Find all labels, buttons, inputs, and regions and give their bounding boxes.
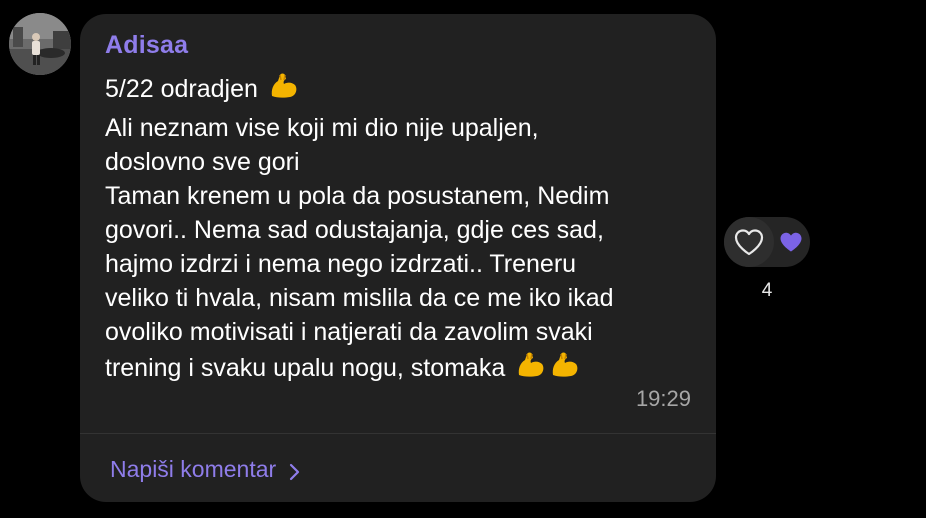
flexed-biceps-icon <box>514 349 546 390</box>
flexed-biceps-icon <box>548 349 580 390</box>
message-bubble: Adisaa 5/22 odradjen Ali neznam vise koj… <box>80 14 716 502</box>
message-line: Taman krenem u pola da posustanem, Nedim <box>105 182 610 210</box>
chat-page: Adisaa 5/22 odradjen Ali neznam vise koj… <box>0 0 926 518</box>
divider <box>80 433 716 434</box>
message-line: govori.. Nema sad odustajanja, gdje ces … <box>105 216 604 244</box>
message-line: doslovno sve gori <box>105 148 300 176</box>
flexed-biceps-icon <box>267 70 299 111</box>
author-name[interactable]: Adisaa <box>105 31 188 60</box>
message-line: Ali neznam vise koji mi dio nije upaljen… <box>105 114 539 142</box>
message-line: ovoliko motivisati i natjerati da zavoli… <box>105 318 593 346</box>
reactions-bar <box>724 217 810 267</box>
message-line-text: 5/22 odradjen <box>105 75 258 103</box>
message-line: veliko ti hvala, nisam mislila da ce me … <box>105 284 614 312</box>
write-comment-button[interactable]: Napiši komentar <box>110 452 302 486</box>
message-line: 5/22 odradjen <box>105 70 705 111</box>
message-line: trening i svaku upalu nogu, stomaka <box>105 349 705 390</box>
avatar-photo <box>9 13 71 75</box>
avatar[interactable] <box>9 13 71 75</box>
message-time: 19:29 <box>635 386 691 411</box>
heart-outline-icon <box>734 229 764 256</box>
message-line: hajmo izdrzi i nema nego izdrzati.. Tren… <box>105 250 577 278</box>
purple-heart-icon[interactable] <box>779 231 803 253</box>
message-line-text: trening i svaku upalu nogu, stomaka <box>105 354 506 382</box>
chevron-right-icon <box>288 460 302 481</box>
add-reaction-button[interactable] <box>724 217 774 267</box>
message-text: 5/22 odradjen Ali neznam vise koji mi di… <box>105 70 705 390</box>
write-comment-label: Napiši komentar <box>110 455 277 482</box>
reaction-count: 4 <box>761 280 773 301</box>
